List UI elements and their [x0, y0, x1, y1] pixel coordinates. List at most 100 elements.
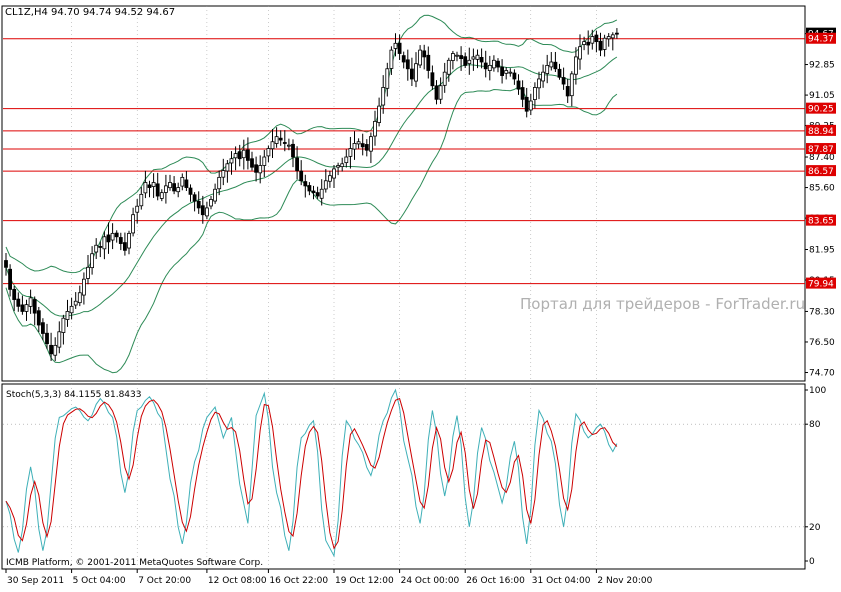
level-label: 79.94 [808, 280, 834, 290]
candle-body [348, 148, 353, 157]
candle-body [319, 188, 324, 199]
candle-body [163, 185, 168, 193]
candle-body [340, 163, 345, 168]
candle-body [483, 62, 488, 70]
price-tick-label: 92.85 [809, 61, 835, 71]
candle-body [106, 234, 111, 243]
candle-body [65, 311, 70, 320]
candle-body [86, 266, 90, 279]
candle-body [377, 105, 382, 123]
candle-body [557, 68, 562, 78]
candle-body [594, 34, 599, 43]
candle-body [578, 46, 582, 60]
level-label: 86.57 [808, 167, 834, 177]
candle-body [61, 317, 66, 333]
candle-body [356, 141, 361, 145]
candle-body [139, 193, 144, 207]
candle-body [606, 36, 611, 40]
candle-body [41, 322, 45, 334]
candle-body [217, 176, 222, 190]
candle-body [590, 36, 595, 44]
candle-body [364, 144, 369, 151]
candle-body [385, 68, 390, 89]
candle-body [455, 54, 459, 57]
candle-body [389, 49, 394, 69]
candle-body [533, 87, 537, 100]
price-tick-label: 76.50 [809, 338, 835, 348]
candle-body [541, 71, 545, 82]
time-tick-label: 30 Sep 2011 [7, 576, 64, 586]
candle-body [135, 205, 140, 213]
candle-body [504, 70, 509, 74]
candle-body [233, 153, 238, 159]
candle-body [229, 158, 234, 164]
candle-body [467, 59, 472, 65]
candle-body [409, 68, 414, 80]
level-label: 90.25 [808, 105, 834, 115]
candle-body [131, 214, 136, 234]
time-tick-label: 19 Oct 12:00 [335, 576, 394, 586]
candle-body [291, 143, 295, 158]
candle-body [102, 236, 107, 250]
candle-body [426, 54, 431, 71]
candle-body [110, 232, 115, 241]
candle-body [524, 96, 529, 112]
candle-body [565, 86, 570, 97]
stochastic-tick-label: 20 [809, 523, 821, 533]
candle-body [159, 192, 164, 199]
price-tick-label: 74.70 [809, 369, 835, 379]
time-tick-label: 24 Oct 00:00 [401, 576, 460, 586]
candle-body [258, 165, 263, 174]
candle-body [196, 200, 201, 209]
candle-body [303, 181, 308, 187]
candle-body [491, 59, 496, 69]
candle-body [516, 80, 521, 90]
candle-body [118, 237, 123, 244]
level-label: 83.65 [808, 217, 834, 227]
candle-body [77, 292, 82, 304]
candle-body [172, 183, 177, 192]
time-tick-label: 7 Oct 20:00 [138, 576, 191, 586]
candle-body [82, 278, 86, 296]
candle-body [463, 56, 468, 66]
candle-body [57, 331, 62, 348]
candle-body [373, 120, 377, 137]
candle-body [192, 194, 197, 202]
candle-body [553, 61, 558, 70]
candle-body [200, 205, 205, 216]
candle-body [94, 244, 99, 253]
time-tick-label: 26 Oct 16:00 [466, 576, 525, 586]
candle-body [204, 207, 209, 217]
candle-body [147, 184, 152, 188]
candle-body [209, 199, 213, 207]
stochastic-tick-label: 80 [809, 420, 821, 430]
candle-body [561, 77, 566, 85]
candle-body [311, 190, 316, 194]
candle-body [12, 288, 17, 300]
candle-body [438, 85, 443, 100]
candle-body [45, 332, 49, 345]
candle-body [270, 141, 275, 150]
candle-body [286, 144, 291, 147]
candle-body [24, 304, 29, 312]
candle-body [16, 298, 21, 307]
candle-body [123, 242, 127, 251]
candle-body [143, 182, 148, 194]
candle-body [315, 192, 320, 197]
candle-body [430, 72, 435, 87]
candle-body [381, 87, 386, 106]
chart-canvas: 92.8591.0589.2587.4085.6083.8081.9580.15… [0, 0, 841, 588]
candle-body [615, 32, 619, 35]
candle-body [344, 156, 349, 164]
candle-body [299, 170, 304, 182]
candle-body [512, 72, 517, 80]
candle-body [610, 34, 615, 39]
candle-body [184, 179, 189, 188]
candle-body [368, 136, 373, 152]
candle-body [323, 180, 328, 190]
candle-body [241, 149, 246, 159]
candle-body [360, 143, 365, 148]
candle-body [307, 185, 312, 192]
chart-header: CL1Z,H4 94.70 94.74 94.52 94.67 [5, 7, 175, 18]
level-label: 88.94 [808, 127, 834, 137]
